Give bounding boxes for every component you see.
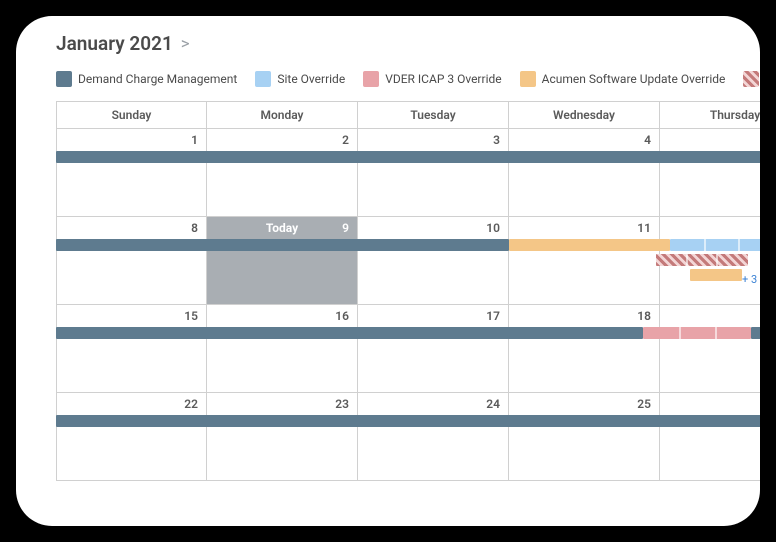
legend-swatch xyxy=(363,71,379,87)
legend-label: VDER ICAP 3 Override xyxy=(385,72,501,86)
event-bar[interactable] xyxy=(751,327,760,339)
date-number: 15 xyxy=(184,309,198,323)
more-events-link[interactable]: + 3 More xyxy=(742,273,760,286)
day-header: Sunday xyxy=(56,102,207,128)
legend-item: VDER ICAP 3 Override xyxy=(363,71,501,87)
calendar-cell[interactable] xyxy=(660,393,760,480)
next-month-button[interactable]: > xyxy=(181,34,190,54)
calendar-cell[interactable] xyxy=(660,305,760,392)
date-number: 23 xyxy=(335,397,349,411)
calendar-cell[interactable]: 24 xyxy=(358,393,509,480)
event-bar[interactable] xyxy=(56,327,643,339)
date-number: 4 xyxy=(644,133,651,147)
day-header: Wednesday xyxy=(509,102,660,128)
legend-item xyxy=(743,71,759,87)
calendar-cell[interactable]: 10 xyxy=(358,217,509,304)
date-number: 16 xyxy=(335,309,349,323)
legend-swatch xyxy=(743,71,759,87)
date-number: 3 xyxy=(493,133,500,147)
calendar-cell[interactable]: Today9 xyxy=(207,217,358,304)
calendar-cell[interactable] xyxy=(660,129,760,216)
month-header: January 2021 > xyxy=(56,26,760,67)
date-number: 8 xyxy=(191,221,198,235)
legend-label: Site Override xyxy=(277,72,345,86)
date-number: 24 xyxy=(486,397,500,411)
calendar-week: 8 Today9 10 11 + 3 More xyxy=(56,217,760,305)
calendar-cell[interactable]: 23 xyxy=(207,393,358,480)
calendar-cell[interactable]: 25 xyxy=(509,393,660,480)
date-number: 18 xyxy=(637,309,651,323)
date-number: 2 xyxy=(342,133,349,147)
legend-label: Acumen Software Update Override xyxy=(542,72,726,86)
calendar-cell[interactable]: 11 xyxy=(509,217,660,304)
event-bar[interactable] xyxy=(56,415,760,427)
date-number: 17 xyxy=(486,309,500,323)
date-number: 25 xyxy=(637,397,651,411)
date-number: 22 xyxy=(184,397,198,411)
legend: Demand Charge Management Site Override VDE… xyxy=(56,67,760,101)
event-bar[interactable] xyxy=(56,239,509,251)
legend-item: Demand Charge Management xyxy=(56,71,237,87)
date-number: 9 xyxy=(342,221,349,235)
calendar-week: 22 23 24 25 xyxy=(56,393,760,481)
day-header: Tuesday xyxy=(358,102,509,128)
calendar-cell[interactable]: 8 xyxy=(56,217,207,304)
calendar-cell[interactable]: 1 xyxy=(56,129,207,216)
legend-label: Demand Charge Management xyxy=(78,72,237,86)
legend-swatch xyxy=(520,71,536,87)
event-bar[interactable] xyxy=(670,239,760,251)
calendar-cell[interactable]: 3 xyxy=(358,129,509,216)
event-bar[interactable] xyxy=(656,254,748,266)
calendar-cell[interactable]: 15 xyxy=(56,305,207,392)
month-title: January 2021 xyxy=(56,32,173,55)
event-bar[interactable] xyxy=(509,239,670,251)
legend-item: Acumen Software Update Override xyxy=(520,71,726,87)
calendar-cell[interactable]: 17 xyxy=(358,305,509,392)
date-number: 1 xyxy=(191,133,198,147)
calendar-cell[interactable]: 4 xyxy=(509,129,660,216)
calendar-grid: SundayMondayTuesdayWednesdayThursday 123… xyxy=(56,101,760,481)
day-header: Monday xyxy=(207,102,358,128)
today-label: Today xyxy=(207,221,357,235)
calendar-week: 1 2 3 4 xyxy=(56,129,760,217)
calendar-cell[interactable]: 18 xyxy=(509,305,660,392)
day-header-row: SundayMondayTuesdayWednesdayThursday xyxy=(56,101,760,129)
legend-swatch xyxy=(255,71,271,87)
date-number: 11 xyxy=(637,221,651,235)
day-header: Thursday xyxy=(660,102,760,128)
date-number: 10 xyxy=(486,221,500,235)
event-bar[interactable] xyxy=(643,327,751,339)
legend-swatch xyxy=(56,71,72,87)
event-bar[interactable] xyxy=(56,151,760,163)
calendar-cell[interactable]: 16 xyxy=(207,305,358,392)
calendar-cell[interactable]: 22 xyxy=(56,393,207,480)
calendar-week: 15 16 17 18 xyxy=(56,305,760,393)
legend-item: Site Override xyxy=(255,71,345,87)
event-bar[interactable] xyxy=(690,269,742,281)
calendar-cell[interactable]: 2 xyxy=(207,129,358,216)
calendar-panel: January 2021 > Demand Charge Management S… xyxy=(16,16,760,526)
